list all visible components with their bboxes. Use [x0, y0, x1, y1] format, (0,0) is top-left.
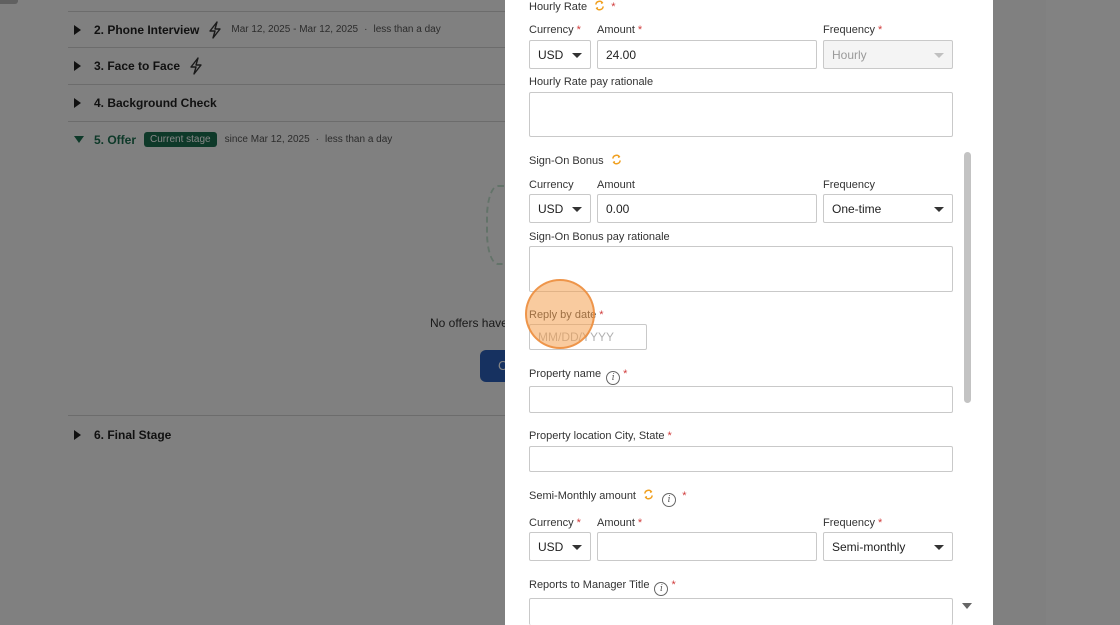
offer-modal: Hourly Rate * Currency * Amount * Frequenc… — [505, 0, 993, 625]
label-text: Hourly Rate — [529, 1, 588, 13]
label-text: Reply by date — [529, 309, 597, 321]
hourly-rate-rationale-textarea[interactable] — [529, 92, 953, 137]
chevron-down-icon — [934, 544, 944, 550]
select-value: USD — [538, 539, 564, 554]
semi-monthly-section-label: Semi-Monthly amount i * — [529, 489, 686, 507]
reports-to-label: Reports to Manager Title i * — [529, 579, 676, 596]
select-value: Hourly — [832, 47, 867, 62]
info-icon[interactable]: i — [662, 493, 677, 507]
chevron-down-icon — [934, 52, 944, 58]
scroll-down-arrow-icon[interactable] — [962, 603, 972, 609]
reply-by-date-label: Reply by date * — [529, 309, 604, 321]
required-mark: * — [623, 368, 628, 380]
select-value: USD — [538, 201, 564, 216]
label-text: Property location City, State — [529, 430, 665, 442]
sync-icon — [611, 154, 621, 165]
required-mark: * — [637, 517, 643, 529]
frequency-label: Frequency * — [823, 517, 882, 529]
select-value: USD — [538, 47, 564, 62]
sign-on-bonus-amount-input[interactable]: 0.00 — [597, 194, 817, 223]
sign-on-bonus-rationale-label: Sign-On Bonus pay rationale — [529, 231, 670, 243]
property-name-label: Property name i * — [529, 368, 627, 385]
currency-label: Currency * — [529, 24, 581, 36]
currency-label: Currency — [529, 179, 574, 191]
hourly-rate-amount-input[interactable]: 24.00 — [597, 40, 817, 69]
property-location-label: Property location City, State * — [529, 430, 672, 442]
reports-to-input[interactable] — [529, 598, 953, 625]
chevron-down-icon — [572, 52, 582, 58]
currency-label: Currency * — [529, 517, 581, 529]
label-text: Reports to Manager Title — [529, 579, 650, 591]
required-mark: * — [576, 517, 581, 529]
property-name-input[interactable] — [529, 386, 953, 413]
label-text: Property name — [529, 368, 602, 380]
label-text: Currency — [529, 24, 574, 36]
semi-monthly-currency-select[interactable]: USD — [529, 532, 591, 561]
required-mark: * — [611, 1, 616, 13]
sign-on-bonus-section-label: Sign-On Bonus — [529, 154, 622, 167]
required-mark: * — [667, 430, 672, 442]
hourly-rate-frequency-select[interactable]: Hourly — [823, 40, 953, 69]
chevron-down-icon — [572, 206, 582, 212]
info-icon[interactable]: i — [606, 371, 621, 385]
amount-label: Amount * — [597, 517, 642, 529]
required-mark: * — [877, 517, 883, 529]
required-mark: * — [599, 309, 604, 321]
hourly-rate-section-label: Hourly Rate * — [529, 0, 615, 13]
hourly-rate-rationale-label: Hourly Rate pay rationale — [529, 76, 654, 88]
required-mark: * — [637, 24, 643, 36]
amount-label: Amount — [597, 179, 635, 191]
input-placeholder: MM/DD/YYYY — [538, 330, 615, 344]
label-text: Amount — [597, 24, 635, 36]
chevron-down-icon — [934, 206, 944, 212]
sync-icon — [644, 489, 653, 500]
info-icon[interactable]: i — [654, 582, 669, 596]
hourly-rate-currency-select[interactable]: USD — [529, 40, 591, 69]
frequency-label: Frequency — [823, 179, 875, 191]
label-text: Currency — [529, 517, 574, 529]
required-mark: * — [682, 490, 687, 502]
sign-on-bonus-frequency-select[interactable]: One-time — [823, 194, 953, 223]
label-text: Frequency — [823, 24, 875, 36]
label-text: Frequency — [823, 517, 875, 529]
semi-monthly-frequency-select[interactable]: Semi-monthly — [823, 532, 953, 561]
required-mark: * — [671, 579, 676, 591]
semi-monthly-amount-input[interactable] — [597, 532, 817, 561]
select-value: Semi-monthly — [832, 539, 906, 554]
required-mark: * — [877, 24, 883, 36]
label-text: Sign-On Bonus — [529, 155, 604, 167]
input-value: 0.00 — [606, 201, 630, 216]
sign-on-bonus-rationale-textarea[interactable] — [529, 246, 953, 292]
input-value: 24.00 — [606, 47, 637, 62]
select-value: One-time — [832, 201, 882, 216]
label-text: Semi-Monthly amount — [529, 490, 636, 502]
chevron-down-icon — [572, 544, 582, 550]
scrollbar-thumb[interactable] — [964, 152, 971, 403]
property-location-input[interactable] — [529, 446, 953, 472]
amount-label: Amount * — [597, 24, 642, 36]
label-text: Amount — [597, 517, 635, 529]
reply-by-date-input[interactable]: MM/DD/YYYY — [529, 324, 647, 350]
sync-icon — [595, 0, 605, 11]
required-mark: * — [576, 24, 581, 36]
sign-on-bonus-currency-select[interactable]: USD — [529, 194, 591, 223]
frequency-label: Frequency * — [823, 24, 882, 36]
